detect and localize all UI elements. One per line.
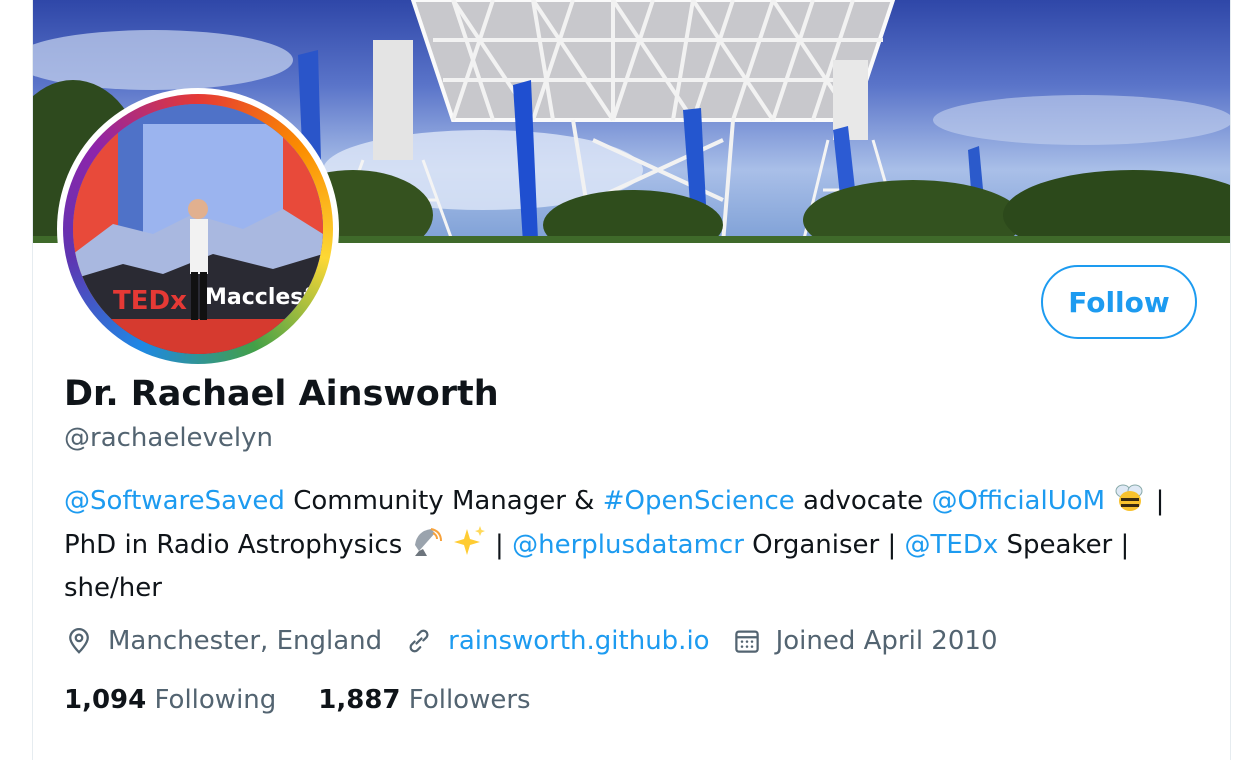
profile-stats: 1,094 Following 1,887 Followers (64, 680, 573, 720)
followers-label: Followers (408, 685, 531, 715)
profile-avatar[interactable]: TEDx Macclesfi (57, 88, 339, 370)
avatar-location-text: Macclesfi (205, 285, 320, 310)
bio-mention-officialuom[interactable]: @OfficialUoM (931, 486, 1105, 516)
meta-website: rainsworth.github.io (404, 626, 710, 656)
bio-text: | (486, 530, 513, 560)
followers-stat[interactable]: 1,887 Followers (318, 685, 530, 715)
sparkles-icon (453, 525, 487, 569)
profile-meta: Manchester, England rainsworth.github.io… (64, 619, 1019, 663)
map-pin-icon (69, 628, 89, 654)
profile-name: Dr. Rachael Ainsworth (64, 374, 499, 414)
location-text: Manchester, England (108, 626, 383, 656)
bee-icon (1113, 483, 1147, 525)
satellite-dish-icon (411, 525, 445, 569)
bio-text: Community Manager & (284, 486, 603, 516)
follow-button[interactable]: Follow (1041, 265, 1197, 339)
avatar-rainbow-ring: TEDx Macclesfi (63, 94, 333, 364)
bio-hashtag-openscience[interactable]: #OpenScience (603, 486, 795, 516)
bio-mention-tedx[interactable]: @TEDx (905, 530, 999, 560)
bio-mention-softwaresaved[interactable]: @SoftwareSaved (64, 486, 285, 516)
following-label: Following (154, 685, 277, 715)
bio-text: Organiser | (743, 530, 905, 560)
following-count: 1,094 (64, 685, 147, 715)
profile-handle: @rachaelevelyn (64, 423, 274, 453)
meta-joined: Joined April 2010 (732, 626, 998, 656)
website-link[interactable]: rainsworth.github.io (448, 626, 709, 656)
following-stat[interactable]: 1,094 Following (64, 685, 276, 715)
followers-count: 1,887 (318, 685, 401, 715)
meta-location: Manchester, England (64, 626, 382, 656)
bio-text: advocate (794, 486, 932, 516)
avatar-photo: TEDx Macclesfi (73, 104, 323, 354)
profile-bio: @SoftwareSaved Community Manager & #Open… (64, 482, 1204, 608)
avatar-tedx-text: TEDx (113, 286, 187, 316)
calendar-icon (734, 630, 759, 653)
joined-text: Joined April 2010 (775, 626, 998, 656)
bio-mention-herplusdatamcr[interactable]: @herplusdatamcr (512, 530, 744, 560)
link-icon (409, 629, 429, 653)
profile-card: TEDx Macclesfi Follow Dr. Rachael Ainswo… (32, 0, 1231, 760)
